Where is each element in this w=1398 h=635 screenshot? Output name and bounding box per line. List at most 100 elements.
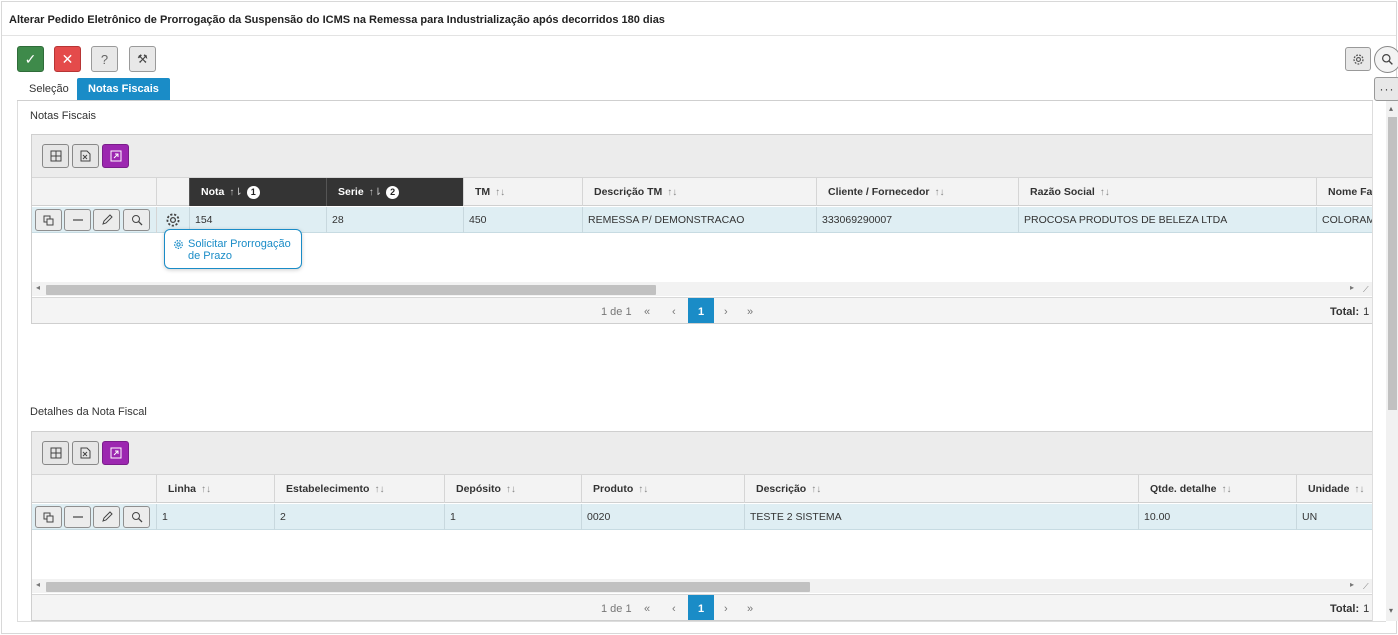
grid-icon bbox=[50, 150, 61, 162]
search-button[interactable] bbox=[1374, 46, 1398, 73]
view-row-button[interactable] bbox=[123, 506, 150, 528]
confirm-button[interactable]: ✓ bbox=[17, 46, 44, 72]
resize-handle[interactable]: ⟋ bbox=[1363, 582, 1369, 592]
section-title-detalhes: Detalhes da Nota Fiscal bbox=[30, 406, 147, 418]
title-divider bbox=[2, 35, 1396, 36]
tools-button[interactable]: ⚒ bbox=[129, 46, 156, 72]
current-page-button[interactable]: 1 bbox=[688, 298, 714, 323]
vertical-scrollbar[interactable]: ▴ ▾ bbox=[1386, 101, 1398, 621]
grid-header: Nota ↑⇂ 1 Serie ↑⇂ 2 TM ↑↓ Descrição TM ↑↓ Cli… bbox=[32, 178, 1372, 206]
resize-handle[interactable]: ⟋ bbox=[1363, 285, 1369, 295]
first-page-button[interactable]: « bbox=[644, 298, 650, 323]
copy-row-button[interactable] bbox=[35, 209, 62, 231]
grid-columns-button[interactable] bbox=[42, 441, 69, 465]
header-actions bbox=[32, 475, 156, 503]
header-produto[interactable]: Produto ↑↓ bbox=[581, 475, 744, 503]
view-row-button[interactable] bbox=[123, 209, 150, 231]
cell-estabelecimento: 2 bbox=[274, 504, 444, 530]
header-razao-social[interactable]: Razão Social ↑↓ bbox=[1018, 178, 1316, 206]
solicitar-prorrogacao-menu-item[interactable]: Solicitar Prorrogação de Prazo bbox=[164, 229, 302, 269]
cell-descricao-tm: REMESSA P/ DEMONSTRACAO bbox=[582, 207, 816, 233]
page-info: 1 de 1 bbox=[601, 602, 632, 615]
popup-label: Solicitar Prorrogação de Prazo bbox=[188, 238, 291, 262]
scroll-up-arrow[interactable]: ▴ bbox=[1389, 104, 1393, 113]
header-serie[interactable]: Serie ↑⇂ 2 bbox=[326, 178, 463, 206]
bottom-divider bbox=[17, 621, 1386, 622]
header-gear bbox=[156, 178, 189, 206]
header-cliente-fornecedor[interactable]: Cliente / Fornecedor ↑↓ bbox=[816, 178, 1018, 206]
scroll-down-arrow[interactable]: ▾ bbox=[1389, 606, 1393, 615]
header-nota[interactable]: Nota ↑⇂ 1 bbox=[189, 178, 326, 206]
cell-deposito: 1 bbox=[444, 504, 581, 530]
expand-icon bbox=[110, 150, 121, 162]
header-deposito[interactable]: Depósito ↑↓ bbox=[444, 475, 581, 503]
minus-icon bbox=[72, 219, 83, 221]
horizontal-scrollbar[interactable]: ◂ ▸ ⟋ bbox=[32, 282, 1372, 296]
scroll-left-arrow[interactable]: ◂ bbox=[36, 283, 40, 292]
table-row[interactable]: 1 2 1 0020 TESTE 2 SISTEMA 10.00 UN bbox=[32, 504, 1372, 530]
header-descricao-tm[interactable]: Descrição TM ↑↓ bbox=[582, 178, 816, 206]
scroll-right-arrow[interactable]: ▸ bbox=[1350, 283, 1354, 292]
scroll-right-arrow[interactable]: ▸ bbox=[1350, 580, 1354, 589]
header-tm[interactable]: TM ↑↓ bbox=[463, 178, 582, 206]
pencil-icon bbox=[101, 511, 113, 522]
horizontal-scrollbar[interactable]: ◂ ▸ ⟋ bbox=[32, 579, 1372, 593]
prev-page-button[interactable]: ‹ bbox=[672, 298, 676, 323]
delete-row-button[interactable] bbox=[64, 209, 91, 231]
more-options-button[interactable]: ··· bbox=[1374, 77, 1398, 101]
pencil-icon bbox=[101, 214, 113, 225]
tab-selecao[interactable]: Seleção bbox=[18, 78, 80, 100]
cell-produto: 0020 bbox=[581, 504, 744, 530]
edit-row-button[interactable] bbox=[93, 209, 120, 231]
grid-columns-button[interactable] bbox=[42, 144, 69, 168]
last-page-button[interactable]: » bbox=[747, 298, 753, 323]
cell-nome-fantasia: COLORAMA bbox=[1316, 207, 1372, 233]
search-icon bbox=[131, 215, 142, 226]
expand-icon bbox=[110, 447, 121, 459]
header-nome-fantasia[interactable]: Nome Far bbox=[1316, 178, 1372, 206]
prev-page-button[interactable]: ‹ bbox=[672, 595, 676, 620]
page-info: 1 de 1 bbox=[601, 305, 632, 318]
gear-icon bbox=[174, 240, 183, 249]
minus-icon bbox=[72, 516, 83, 518]
window: Alterar Pedido Eletrônico de Prorrogação… bbox=[1, 1, 1398, 634]
pagination: 1 de 1 « ‹ 1 › » Total: 1 bbox=[32, 297, 1372, 323]
settings-button[interactable] bbox=[1345, 47, 1371, 71]
edit-row-button[interactable] bbox=[93, 506, 120, 528]
current-page-button[interactable]: 1 bbox=[688, 595, 714, 620]
help-button[interactable]: ? bbox=[91, 46, 118, 72]
gear-icon bbox=[1352, 53, 1364, 65]
export-excel-button[interactable] bbox=[72, 441, 99, 465]
expand-grid-button[interactable] bbox=[102, 144, 129, 168]
last-page-button[interactable]: » bbox=[747, 595, 753, 620]
scrollbar-thumb[interactable] bbox=[46, 285, 656, 295]
copy-row-button[interactable] bbox=[35, 506, 62, 528]
page-title: Alterar Pedido Eletrônico de Prorrogação… bbox=[9, 14, 665, 26]
next-page-button[interactable]: › bbox=[724, 595, 728, 620]
tab-notas-fiscais[interactable]: Notas Fiscais bbox=[77, 78, 170, 100]
expand-grid-button[interactable] bbox=[102, 441, 129, 465]
header-descricao[interactable]: Descrição ↑↓ bbox=[744, 475, 1138, 503]
scrollbar-thumb[interactable] bbox=[46, 582, 810, 592]
export-excel-button[interactable] bbox=[72, 144, 99, 168]
header-unidade[interactable]: Unidade ↑↓ bbox=[1296, 475, 1372, 503]
first-page-button[interactable]: « bbox=[644, 595, 650, 620]
header-linha[interactable]: Linha ↑↓ bbox=[156, 475, 274, 503]
cancel-button[interactable]: ✕ bbox=[54, 46, 81, 72]
detalhes-grid: Linha ↑↓ Estabelecimento ↑↓ Depósito ↑↓ Pro… bbox=[31, 431, 1372, 621]
scrollbar-thumb[interactable] bbox=[1388, 117, 1397, 410]
delete-row-button[interactable] bbox=[64, 506, 91, 528]
copy-icon bbox=[43, 512, 54, 522]
header-qtde-detalhe[interactable]: Qtde. detalhe ↑↓ bbox=[1138, 475, 1296, 503]
search-icon bbox=[1382, 54, 1393, 65]
cell-unidade: UN bbox=[1296, 504, 1372, 530]
next-page-button[interactable]: › bbox=[724, 298, 728, 323]
cell-linha: 1 bbox=[156, 504, 274, 530]
grid-toolbar bbox=[32, 135, 1372, 178]
grid-icon bbox=[50, 447, 61, 459]
cell-cliente-fornecedor: 333069290007 bbox=[816, 207, 1018, 233]
header-estabelecimento[interactable]: Estabelecimento ↑↓ bbox=[274, 475, 444, 503]
scroll-left-arrow[interactable]: ◂ bbox=[36, 580, 40, 589]
gear-icon bbox=[166, 213, 180, 227]
excel-file-icon bbox=[80, 447, 91, 459]
